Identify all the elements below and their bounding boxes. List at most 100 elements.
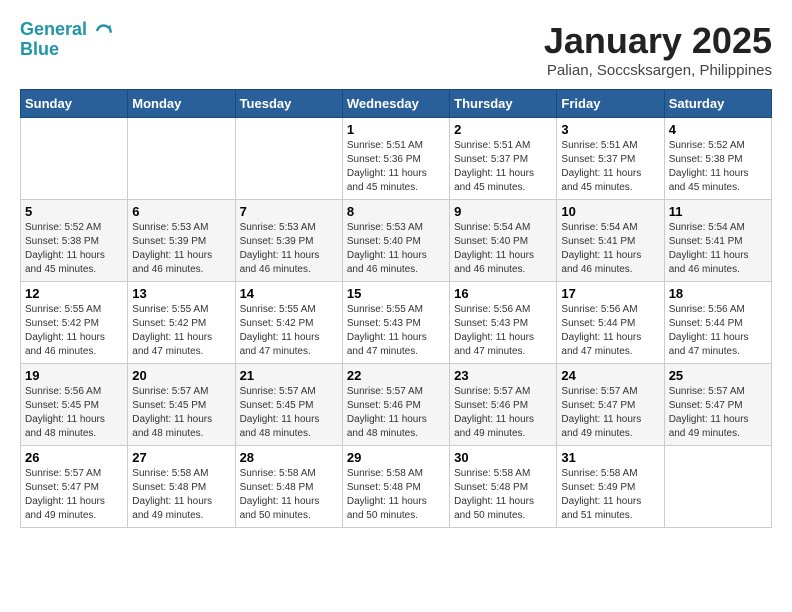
calendar-cell: 24Sunrise: 5:57 AM Sunset: 5:47 PM Dayli…: [557, 364, 664, 446]
day-number: 19: [25, 368, 123, 383]
calendar-week-4: 19 Sunrise: 5:56 AM Sunset: 5:45 PM Dayli…: [21, 364, 772, 446]
day-number: 18: [669, 286, 767, 301]
calendar-week-5: 26 Sunrise: 5:57 AM Sunset: 5:47 PM Dayli…: [21, 446, 772, 528]
header-saturday: Saturday: [664, 90, 771, 118]
day-number: 1: [347, 122, 445, 137]
calendar-cell: [21, 118, 128, 200]
logo-text: General: [20, 20, 114, 40]
day-number: 10: [561, 204, 659, 219]
calendar-cell: 25Sunrise: 5:57 AM Sunset: 5:47 PM Dayli…: [664, 364, 771, 446]
day-number: 13: [132, 286, 230, 301]
day-number: 23: [454, 368, 552, 383]
header-monday: Monday: [128, 90, 235, 118]
calendar-cell: 13 Sunrise: 5:55 AM Sunset: 5:42 PM Dayli…: [128, 282, 235, 364]
day-info: Sunrise: 5:55 AM Sunset: 5:42 PM Dayligh…: [132, 303, 230, 359]
day-number: 14: [240, 286, 338, 301]
day-info: Sunrise: 5:54 AM Sunset: 5:41 PM Dayligh…: [561, 221, 659, 277]
calendar-cell: 11 Sunrise: 5:54 AM Sunset: 5:41 PM Dayli…: [664, 200, 771, 282]
calendar-cell: 31 Sunrise: 5:58 AM Sunset: 5:49 PM Dayli…: [557, 446, 664, 528]
day-number: 29: [347, 450, 445, 465]
calendar-week-3: 12 Sunrise: 5:55 AM Sunset: 5:42 PM Dayli…: [21, 282, 772, 364]
calendar-cell: 28Sunrise: 5:58 AM Sunset: 5:48 PM Dayli…: [235, 446, 342, 528]
day-number: 26: [25, 450, 123, 465]
calendar-cell: 26 Sunrise: 5:57 AM Sunset: 5:47 PM Dayli…: [21, 446, 128, 528]
day-number: 6: [132, 204, 230, 219]
calendar-header-row: SundayMondayTuesdayWednesdayThursdayFrid…: [21, 90, 772, 118]
calendar-cell: 7 Sunrise: 5:53 AM Sunset: 5:39 PM Daylig…: [235, 200, 342, 282]
day-number: 11: [669, 204, 767, 219]
calendar-week-2: 5Sunrise: 5:52 AM Sunset: 5:38 PM Daylig…: [21, 200, 772, 282]
day-number: 28: [240, 450, 338, 465]
day-info: Sunrise: 5:55 AM Sunset: 5:43 PM Dayligh…: [347, 303, 445, 359]
calendar-cell: 10 Sunrise: 5:54 AM Sunset: 5:41 PM Dayli…: [557, 200, 664, 282]
day-info: Sunrise: 5:58 AM Sunset: 5:48 PM Dayligh…: [347, 467, 445, 523]
calendar-cell: [235, 118, 342, 200]
day-info: Sunrise: 5:58 AM Sunset: 5:49 PM Dayligh…: [561, 467, 659, 523]
logo-blue: Blue: [20, 40, 114, 60]
day-info: Sunrise: 5:56 AM Sunset: 5:44 PM Dayligh…: [561, 303, 659, 359]
day-info: Sunrise: 5:53 AM Sunset: 5:39 PM Dayligh…: [240, 221, 338, 277]
logo: General Blue: [20, 20, 114, 60]
calendar-cell: 30 Sunrise: 5:58 AM Sunset: 5:48 PM Dayli…: [450, 446, 557, 528]
day-number: 4: [669, 122, 767, 137]
calendar-title: January 2025: [544, 20, 772, 62]
day-info: Sunrise: 5:53 AM Sunset: 5:40 PM Dayligh…: [347, 221, 445, 277]
calendar-cell: 14Sunrise: 5:55 AM Sunset: 5:42 PM Dayli…: [235, 282, 342, 364]
day-number: 25: [669, 368, 767, 383]
calendar-cell: 3Sunrise: 5:51 AM Sunset: 5:37 PM Daylig…: [557, 118, 664, 200]
day-info: Sunrise: 5:58 AM Sunset: 5:48 PM Dayligh…: [132, 467, 230, 523]
day-info: Sunrise: 5:54 AM Sunset: 5:40 PM Dayligh…: [454, 221, 552, 277]
day-info: Sunrise: 5:56 AM Sunset: 5:43 PM Dayligh…: [454, 303, 552, 359]
day-info: Sunrise: 5:57 AM Sunset: 5:47 PM Dayligh…: [25, 467, 123, 523]
day-info: Sunrise: 5:56 AM Sunset: 5:45 PM Dayligh…: [25, 385, 123, 441]
calendar-cell: 6 Sunrise: 5:53 AM Sunset: 5:39 PM Daylig…: [128, 200, 235, 282]
day-number: 7: [240, 204, 338, 219]
calendar-cell: 9 Sunrise: 5:54 AM Sunset: 5:40 PM Daylig…: [450, 200, 557, 282]
day-number: 12: [25, 286, 123, 301]
header-friday: Friday: [557, 90, 664, 118]
day-number: 16: [454, 286, 552, 301]
day-info: Sunrise: 5:51 AM Sunset: 5:37 PM Dayligh…: [454, 139, 552, 195]
calendar-cell: [128, 118, 235, 200]
day-number: 9: [454, 204, 552, 219]
title-section: January 2025 Palian, Soccsksargen, Phili…: [544, 20, 772, 79]
day-number: 2: [454, 122, 552, 137]
calendar-cell: 23 Sunrise: 5:57 AM Sunset: 5:46 PM Dayli…: [450, 364, 557, 446]
day-number: 17: [561, 286, 659, 301]
calendar-cell: 18Sunrise: 5:56 AM Sunset: 5:44 PM Dayli…: [664, 282, 771, 364]
day-number: 24: [561, 368, 659, 383]
header: General Blue January 2025 Palian, Soccsk…: [20, 20, 772, 79]
calendar-cell: 12 Sunrise: 5:55 AM Sunset: 5:42 PM Dayli…: [21, 282, 128, 364]
day-number: 21: [240, 368, 338, 383]
day-info: Sunrise: 5:52 AM Sunset: 5:38 PM Dayligh…: [25, 221, 123, 277]
calendar-cell: 4Sunrise: 5:52 AM Sunset: 5:38 PM Daylig…: [664, 118, 771, 200]
calendar-cell: 16 Sunrise: 5:56 AM Sunset: 5:43 PM Dayli…: [450, 282, 557, 364]
day-number: 27: [132, 450, 230, 465]
calendar-subtitle: Palian, Soccsksargen, Philippines: [544, 62, 772, 79]
header-thursday: Thursday: [450, 90, 557, 118]
calendar-cell: [664, 446, 771, 528]
day-number: 8: [347, 204, 445, 219]
day-number: 30: [454, 450, 552, 465]
day-info: Sunrise: 5:53 AM Sunset: 5:39 PM Dayligh…: [132, 221, 230, 277]
header-sunday: Sunday: [21, 90, 128, 118]
day-info: Sunrise: 5:54 AM Sunset: 5:41 PM Dayligh…: [669, 221, 767, 277]
calendar-cell: 20Sunrise: 5:57 AM Sunset: 5:45 PM Dayli…: [128, 364, 235, 446]
day-info: Sunrise: 5:55 AM Sunset: 5:42 PM Dayligh…: [25, 303, 123, 359]
day-info: Sunrise: 5:58 AM Sunset: 5:48 PM Dayligh…: [454, 467, 552, 523]
calendar-cell: 1 Sunrise: 5:51 AM Sunset: 5:36 PM Daylig…: [342, 118, 449, 200]
day-number: 15: [347, 286, 445, 301]
calendar-cell: 17 Sunrise: 5:56 AM Sunset: 5:44 PM Dayli…: [557, 282, 664, 364]
day-info: Sunrise: 5:51 AM Sunset: 5:36 PM Dayligh…: [347, 139, 445, 195]
header-wednesday: Wednesday: [342, 90, 449, 118]
day-info: Sunrise: 5:57 AM Sunset: 5:46 PM Dayligh…: [454, 385, 552, 441]
calendar-cell: 2 Sunrise: 5:51 AM Sunset: 5:37 PM Daylig…: [450, 118, 557, 200]
calendar-cell: 21Sunrise: 5:57 AM Sunset: 5:45 PM Dayli…: [235, 364, 342, 446]
calendar-cell: 15 Sunrise: 5:55 AM Sunset: 5:43 PM Dayli…: [342, 282, 449, 364]
day-number: 31: [561, 450, 659, 465]
day-number: 22: [347, 368, 445, 383]
calendar-cell: 27 Sunrise: 5:58 AM Sunset: 5:48 PM Dayli…: [128, 446, 235, 528]
logo-icon: [94, 20, 114, 40]
calendar-cell: 22 Sunrise: 5:57 AM Sunset: 5:46 PM Dayli…: [342, 364, 449, 446]
day-info: Sunrise: 5:57 AM Sunset: 5:46 PM Dayligh…: [347, 385, 445, 441]
